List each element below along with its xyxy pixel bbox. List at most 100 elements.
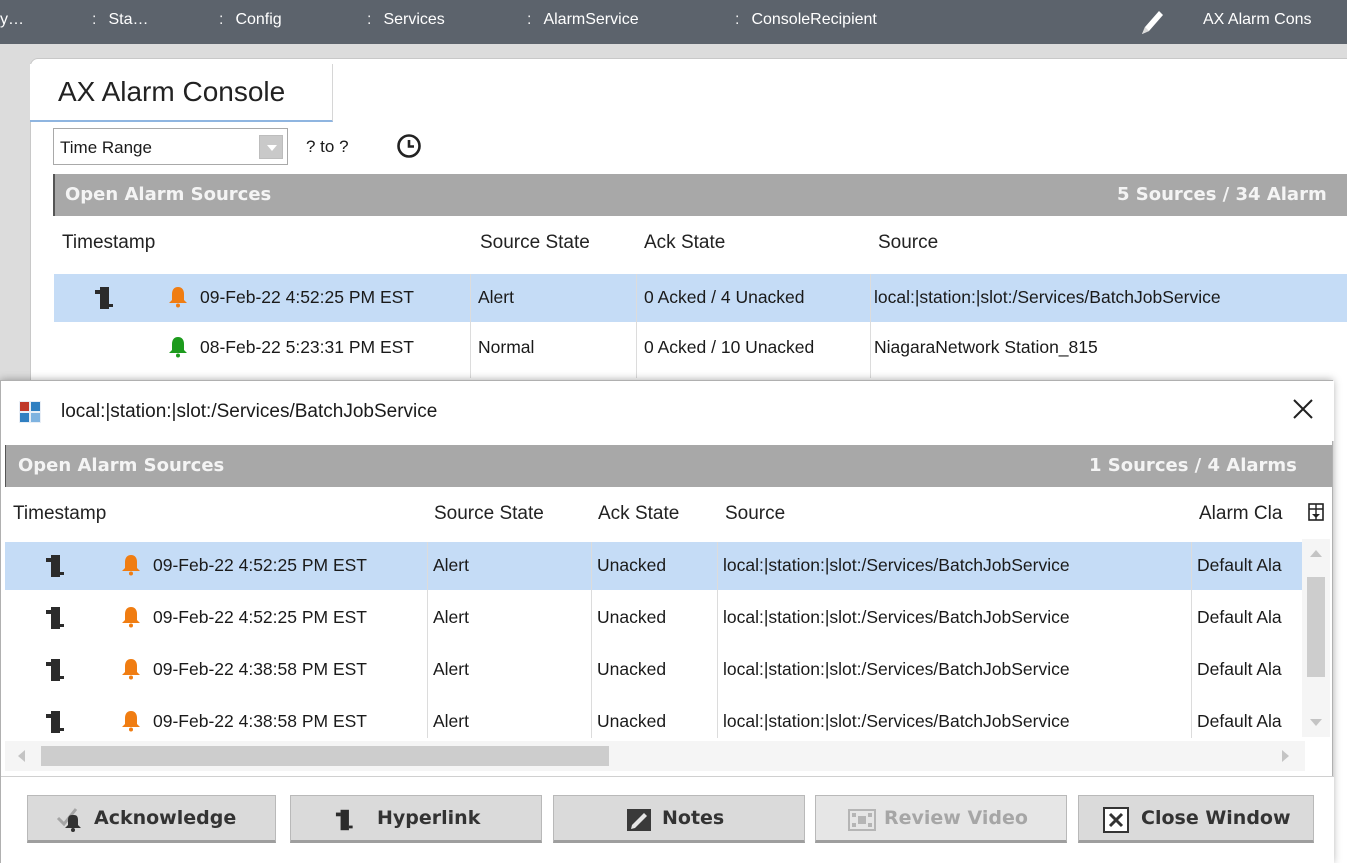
- time-range-value: Time Range: [60, 138, 152, 157]
- popup-open-alarm-sources-header: Open Alarm Sources 1 Sources / 4 Alarms: [5, 445, 1332, 487]
- tab-label: AX Alarm Console: [58, 76, 286, 107]
- breadcrumb-item-3[interactable]: : Services: [367, 11, 445, 29]
- column-chooser-icon[interactable]: [1308, 503, 1324, 521]
- timestamp-cell: 08-Feb-22 5:23:31 PM EST: [200, 337, 414, 357]
- column-divider: [636, 274, 637, 378]
- table-row[interactable]: 09-Feb-22 4:52:25 PM EST Alert Unacked l…: [5, 542, 1302, 590]
- breadcrumb-separator: :: [92, 11, 97, 28]
- notes-icon: [627, 809, 651, 831]
- scroll-down-icon[interactable]: [1310, 719, 1322, 727]
- column-header-ack-state[interactable]: Ack State: [598, 503, 679, 525]
- alarm-bell-icon: [122, 607, 140, 628]
- column-header-timestamp[interactable]: Timestamp: [13, 503, 106, 525]
- hyperlink-icon[interactable]: [45, 708, 73, 736]
- column-header-source[interactable]: Source: [725, 503, 785, 525]
- timestamp-cell: 09-Feb-22 4:52:25 PM EST: [153, 607, 367, 627]
- scroll-left-icon[interactable]: [17, 750, 25, 762]
- table-row[interactable]: 08-Feb-22 5:23:31 PM EST Normal 0 Acked …: [54, 324, 1347, 372]
- breadcrumb-item-4[interactable]: : AlarmService: [527, 11, 639, 29]
- app-title: AX Alarm Cons: [1203, 11, 1312, 28]
- scrollbar-thumb[interactable]: [1307, 577, 1325, 677]
- table-row[interactable]: 09-Feb-22 4:52:25 PM EST Alert Unacked l…: [5, 594, 1302, 642]
- popup-title-bar[interactable]: local:|station:|slot:/Services/BatchJobS…: [1, 381, 1334, 441]
- breadcrumb-item-2[interactable]: : Config: [219, 11, 282, 29]
- column-header-source-state[interactable]: Source State: [434, 503, 544, 525]
- hyperlink-icon[interactable]: [45, 656, 73, 684]
- column-header-alarm-class[interactable]: Alarm Cla: [1199, 503, 1282, 525]
- pencil-icon[interactable]: [1138, 6, 1168, 38]
- source-cell: local:|station:|slot:/Services/BatchJobS…: [723, 555, 1070, 575]
- hyperlink-label: Hyperlink: [377, 807, 481, 829]
- alarm-class-cell: Default Ala: [1197, 555, 1282, 575]
- header-summary: 1 Sources / 4 Alarms: [1089, 455, 1297, 476]
- review-video-button[interactable]: Review Video: [815, 795, 1067, 843]
- column-header-source-state[interactable]: Source State: [480, 232, 590, 254]
- source-cell: NiagaraNetwork Station_815: [874, 337, 1098, 357]
- time-range-select[interactable]: Time Range: [53, 128, 288, 165]
- breadcrumb-item-1[interactable]: : Sta…: [92, 11, 148, 29]
- column-divider: [870, 274, 871, 378]
- vertical-scrollbar[interactable]: [1302, 539, 1330, 737]
- scroll-up-icon[interactable]: [1310, 549, 1322, 557]
- tab-alarm-console[interactable]: AX Alarm Console: [30, 64, 333, 122]
- acknowledge-icon: [56, 808, 81, 832]
- scroll-right-icon[interactable]: [1282, 750, 1290, 762]
- hyperlink-icon: [335, 809, 353, 831]
- video-icon: [848, 809, 876, 831]
- table-row[interactable]: 09-Feb-22 4:38:58 PM EST Alert Unacked l…: [5, 698, 1302, 738]
- niagara-app-icon: [19, 401, 41, 423]
- acknowledge-button[interactable]: Acknowledge: [27, 795, 276, 843]
- hyperlink-icon[interactable]: [94, 284, 122, 312]
- alarm-bell-icon: [122, 555, 140, 576]
- column-header-ack-state[interactable]: Ack State: [644, 232, 725, 254]
- header-title: Open Alarm Sources: [18, 455, 225, 476]
- ack-state-cell: Unacked: [597, 711, 667, 731]
- breadcrumb-separator: :: [219, 11, 224, 28]
- column-divider: [717, 542, 718, 738]
- hyperlink-icon[interactable]: [45, 604, 73, 632]
- ack-state-cell: 0 Acked / 4 Unacked: [644, 287, 805, 307]
- horizontal-scrollbar[interactable]: [5, 741, 1305, 771]
- close-icon[interactable]: [1289, 395, 1317, 423]
- breadcrumb-label: Services: [383, 11, 445, 28]
- ack-state-cell: Unacked: [597, 607, 667, 627]
- ack-state-cell: 0 Acked / 10 Unacked: [644, 337, 815, 357]
- breadcrumb-separator: :: [367, 11, 372, 28]
- column-divider: [1191, 542, 1192, 738]
- source-state-cell: Normal: [478, 337, 535, 357]
- hyperlink-icon[interactable]: [45, 552, 73, 580]
- ack-state-cell: Unacked: [597, 555, 667, 575]
- column-divider: [427, 542, 428, 738]
- notes-button[interactable]: Notes: [553, 795, 805, 843]
- close-window-label: Close Window: [1141, 807, 1291, 829]
- scrollbar-thumb[interactable]: [41, 746, 609, 766]
- breadcrumb-item-0[interactable]: y…: [0, 11, 24, 29]
- alarm-bell-icon: [122, 659, 140, 680]
- column-header-source[interactable]: Source: [878, 232, 938, 254]
- table-row[interactable]: 09-Feb-22 4:52:25 PM EST Alert 0 Acked /…: [54, 274, 1347, 322]
- source-cell: local:|station:|slot:/Services/BatchJobS…: [723, 659, 1070, 679]
- popup-button-bar: Acknowledge Hyperlink Notes Review Video: [1, 776, 1334, 863]
- hyperlink-button[interactable]: Hyperlink: [290, 795, 542, 843]
- breadcrumb-item-5[interactable]: : ConsoleRecipient: [735, 11, 877, 29]
- chevron-down-icon[interactable]: [259, 135, 283, 159]
- open-alarm-sources-header: Open Alarm Sources 5 Sources / 34 Alarm: [53, 174, 1347, 216]
- source-cell: local:|station:|slot:/Services/BatchJobS…: [723, 607, 1070, 627]
- clock-icon[interactable]: [396, 133, 422, 159]
- alarm-class-cell: Default Ala: [1197, 659, 1282, 679]
- alarm-source-popup: local:|station:|slot:/Services/BatchJobS…: [0, 380, 1334, 863]
- source-state-cell: Alert: [433, 659, 469, 679]
- alarm-bell-icon: [169, 287, 187, 308]
- breadcrumb-separator: :: [527, 11, 532, 28]
- header-summary: 5 Sources / 34 Alarm: [1117, 184, 1327, 205]
- breadcrumb-label: ConsoleRecipient: [751, 11, 877, 28]
- review-video-label: Review Video: [884, 807, 1028, 829]
- table-row[interactable]: 09-Feb-22 4:38:58 PM EST Alert Unacked l…: [5, 646, 1302, 694]
- close-window-button[interactable]: Close Window: [1078, 795, 1314, 843]
- time-range-text: ? to ?: [306, 137, 349, 156]
- column-header-timestamp[interactable]: Timestamp: [62, 232, 155, 254]
- source-cell: local:|station:|slot:/Services/BatchJobS…: [723, 711, 1070, 731]
- source-state-cell: Alert: [433, 555, 469, 575]
- source-state-cell: Alert: [433, 607, 469, 627]
- alarm-bell-icon: [122, 711, 140, 732]
